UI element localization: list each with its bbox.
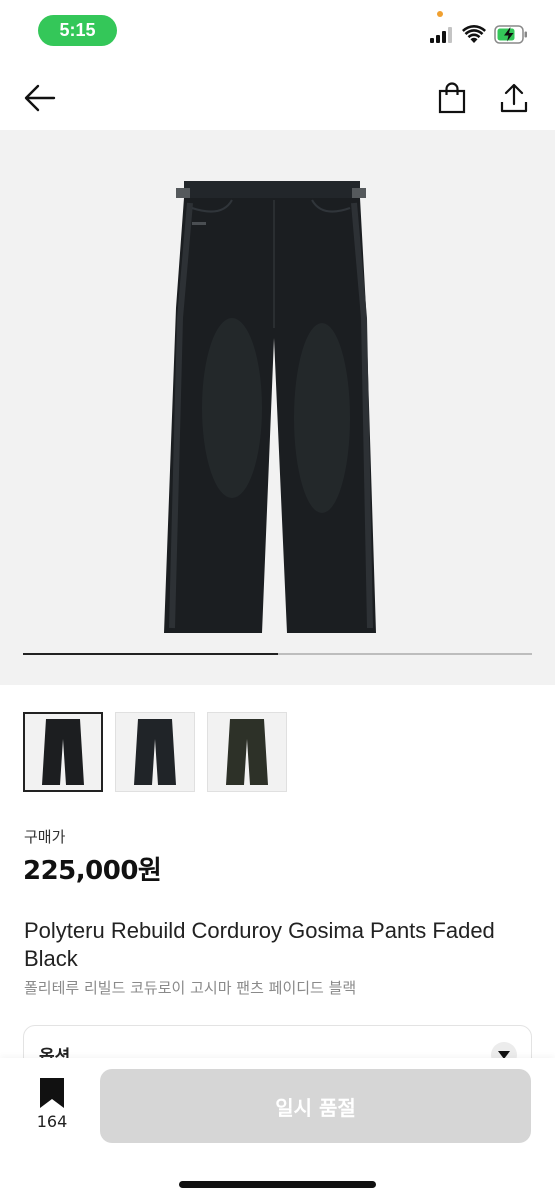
price-label: 구매가 [24, 828, 66, 846]
bookmark-button[interactable]: 164 [24, 1078, 80, 1138]
shopping-bag-button[interactable] [430, 76, 474, 120]
temporarily-sold-out-button[interactable]: 일시 품절 [100, 1069, 531, 1143]
shopping-bag-icon [438, 82, 466, 114]
top-navigation [0, 62, 555, 132]
thumbnail-pants-image [226, 719, 268, 785]
cellular-signal-icon [430, 27, 452, 43]
arrow-left-icon [24, 84, 56, 112]
battery-charging-icon [494, 25, 527, 44]
back-button[interactable] [18, 76, 62, 120]
status-time: 5:15 [38, 15, 117, 46]
wifi-icon [462, 25, 486, 43]
privacy-indicator-dot [437, 11, 443, 17]
bookmark-count: 164 [36, 1112, 68, 1131]
price-value: 225,000원 [23, 856, 162, 886]
thumbnail-strip [23, 712, 287, 792]
bottom-action-bar: 164 일시 품절 [0, 1058, 555, 1200]
product-image-pants [164, 181, 376, 633]
thumbnail-2[interactable] [115, 712, 195, 792]
thumbnail-pants-image [42, 719, 84, 785]
product-name-korean: 폴리테루 리빌드 코듀로이 고시마 팬츠 페이디드 블랙 [24, 979, 357, 997]
thumbnail-3[interactable] [207, 712, 287, 792]
product-name-english: Polyteru Rebuild Corduroy Gosima Pants F… [24, 918, 495, 971]
home-indicator [179, 1181, 376, 1188]
image-progress-fill [23, 653, 278, 655]
bookmark-icon [40, 1078, 64, 1108]
image-progress-track [23, 653, 532, 655]
thumbnail-pants-image [134, 719, 176, 785]
thumbnail-1[interactable] [23, 712, 103, 792]
share-button[interactable] [492, 76, 536, 120]
status-bar: 5:15 [0, 0, 555, 62]
product-image-carousel[interactable] [0, 130, 555, 685]
share-icon [500, 83, 528, 113]
